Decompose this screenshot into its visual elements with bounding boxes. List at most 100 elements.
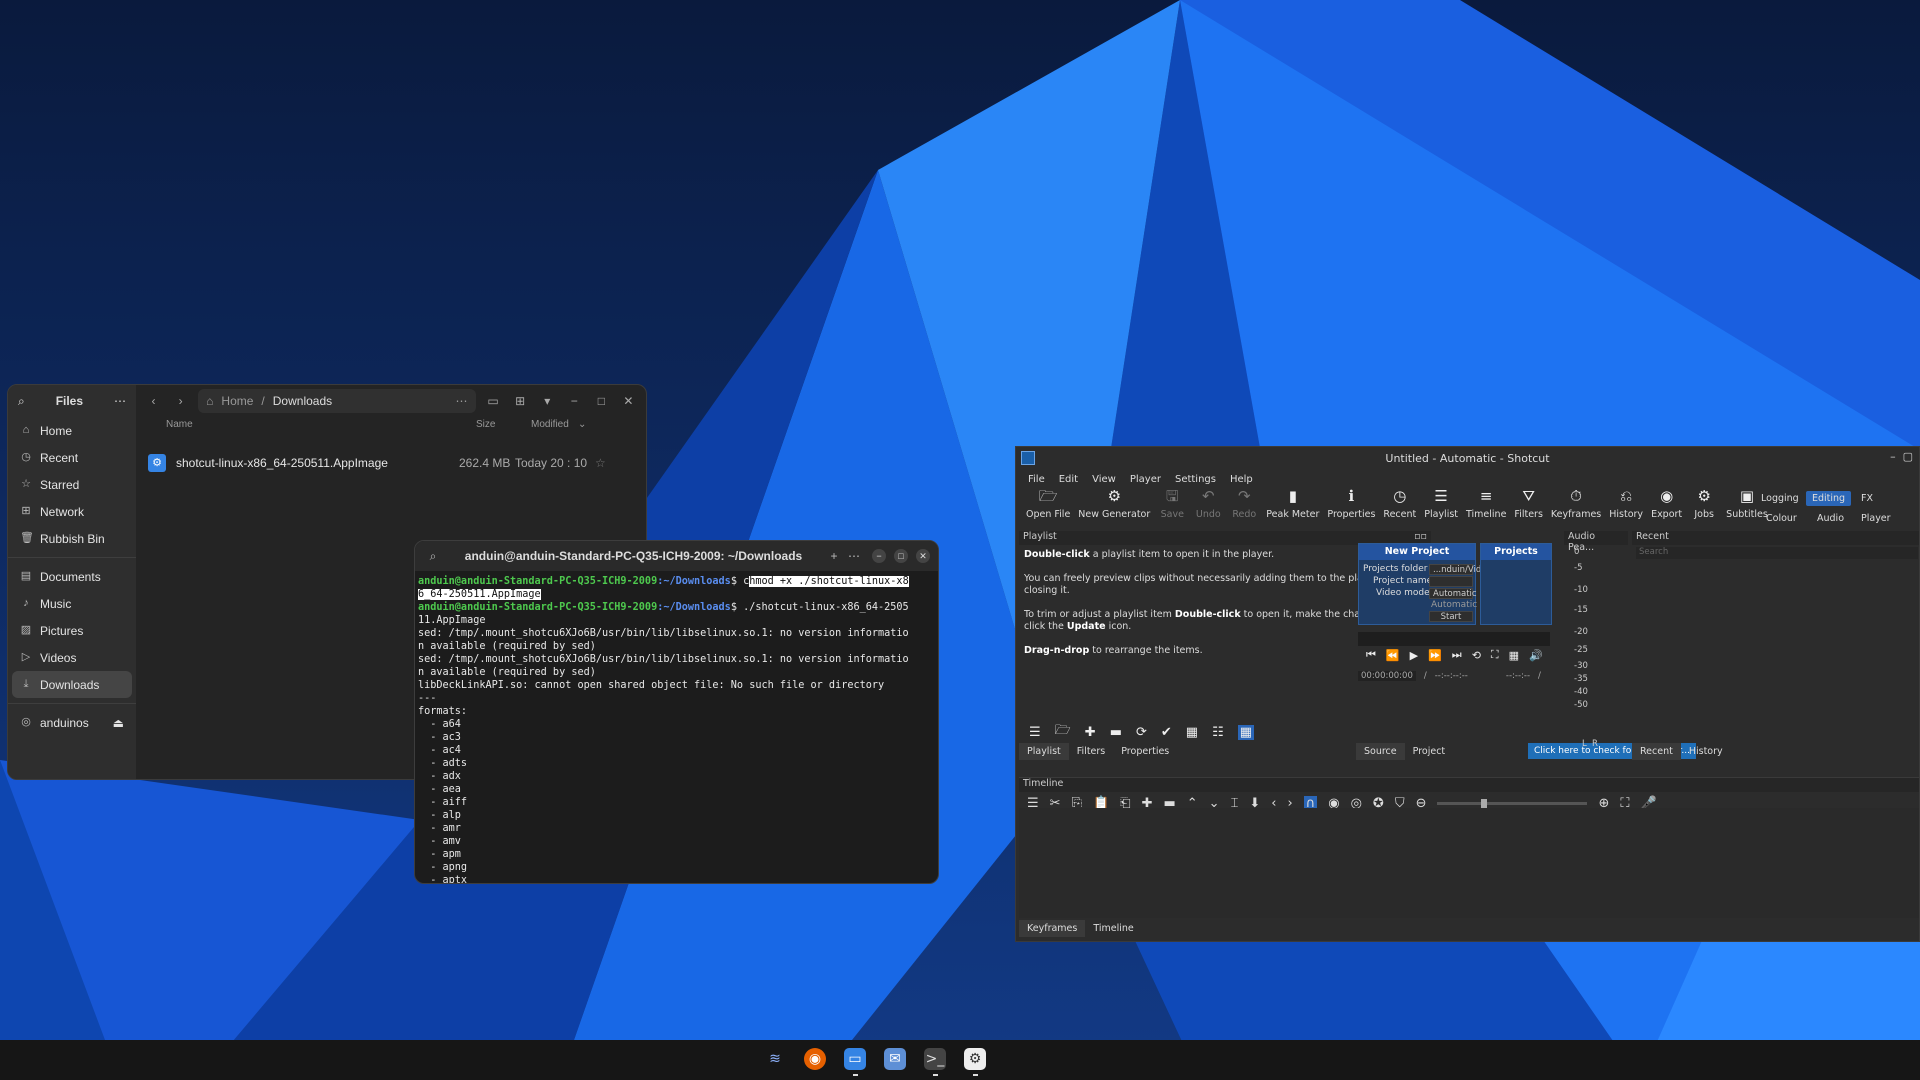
tab-timeline[interactable]: Timeline: [1085, 920, 1141, 937]
sidebar-item-videos[interactable]: ▷ Videos: [12, 644, 132, 671]
menu-help[interactable]: Help: [1230, 474, 1253, 485]
tool-recent[interactable]: ◷ Recent: [1383, 489, 1416, 521]
path-menu-icon[interactable]: ⋯: [456, 395, 468, 407]
breadcrumb-home[interactable]: Home: [221, 394, 253, 408]
playlist-menu-icon[interactable]: ☰: [1029, 725, 1041, 740]
breadcrumb-current[interactable]: Downloads: [273, 394, 332, 408]
tool-filters[interactable]: ⛛ Filters: [1514, 489, 1542, 521]
terminal-app-icon[interactable]: >_: [924, 1048, 946, 1076]
zoom-slider[interactable]: [1437, 798, 1588, 808]
projects-folder-field[interactable]: ...nduin/Videos: [1429, 564, 1496, 575]
list-view-icon[interactable]: ☷: [1212, 725, 1224, 740]
files-app-icon[interactable]: ▭: [844, 1048, 866, 1076]
open-folder-icon[interactable]: 🗁: [1055, 721, 1071, 743]
layout-player[interactable]: Player: [1861, 513, 1891, 524]
layout-audio[interactable]: Audio: [1817, 513, 1844, 524]
new-tab-icon[interactable]: +: [824, 550, 844, 562]
col-modified[interactable]: Modified: [531, 419, 569, 430]
volume-icon[interactable]: 🔊: [1529, 649, 1543, 662]
tab-project[interactable]: Project: [1405, 743, 1454, 760]
tool-history[interactable]: ⎌ History: [1609, 489, 1643, 521]
menu-edit[interactable]: Edit: [1059, 474, 1078, 485]
tab-recent[interactable]: Recent: [1632, 743, 1681, 760]
start-button[interactable]: Start: [1429, 611, 1473, 622]
menu-file[interactable]: File: [1028, 474, 1045, 485]
close-icon[interactable]: ✕: [619, 394, 638, 408]
sidebar-item-rubbish-bin[interactable]: 🗑 Rubbish Bin: [12, 525, 132, 552]
remove-icon[interactable]: ▬: [1110, 725, 1122, 740]
sidebar-item-music[interactable]: ♪ Music: [12, 590, 132, 617]
tool-keyframes[interactable]: ⏱ Keyframes: [1551, 489, 1601, 521]
tool-undo[interactable]: ↶ Undo: [1194, 489, 1222, 521]
new-tab-icon[interactable]: ▭: [484, 394, 503, 408]
sidebar-item-recent[interactable]: ◷ Recent: [12, 444, 132, 471]
forward-icon[interactable]: ›: [171, 394, 190, 408]
tab-filters[interactable]: Filters: [1069, 743, 1113, 760]
sidebar-item-downloads[interactable]: ⤓ Downloads: [12, 671, 132, 698]
grid-icon[interactable]: ▦: [1509, 649, 1519, 662]
sidebar-item-anduinos[interactable]: ◎ anduinos ⏏: [12, 709, 132, 736]
menu-dots-icon[interactable]: ⋯: [114, 395, 126, 407]
menu-dots-icon[interactable]: ⋯: [844, 550, 864, 562]
zoom-icon[interactable]: ⛶: [1491, 648, 1499, 662]
tool-save[interactable]: 🖫 Save: [1158, 489, 1186, 521]
minimize-icon[interactable]: −: [872, 549, 886, 563]
tool-export[interactable]: ◉ Export: [1651, 489, 1682, 521]
rewind-icon[interactable]: ⏪: [1386, 649, 1400, 662]
text-editor-icon[interactable]: ✉: [884, 1048, 906, 1070]
close-icon[interactable]: ✕: [916, 549, 930, 563]
tool-timeline[interactable]: ≡ Timeline: [1466, 489, 1506, 521]
tab-history[interactable]: History: [1681, 743, 1731, 760]
tool-new-generator[interactable]: ⚙ New Generator: [1078, 489, 1150, 521]
menu-player[interactable]: Player: [1130, 474, 1161, 485]
shotcut-app-icon[interactable]: ⚙: [964, 1048, 986, 1076]
menu-settings[interactable]: Settings: [1175, 474, 1216, 485]
maximize-icon[interactable]: □: [894, 549, 908, 563]
sidebar-item-network[interactable]: ⊞ Network: [12, 498, 132, 525]
project-name-field[interactable]: [1429, 576, 1473, 587]
skip-start-icon[interactable]: ⏮: [1366, 648, 1376, 662]
recent-search[interactable]: Search: [1636, 547, 1918, 559]
tool-jobs[interactable]: ⚙ Jobs: [1690, 489, 1718, 521]
window-controls[interactable]: – ▢: [1890, 450, 1913, 463]
minimize-icon[interactable]: −: [565, 394, 584, 408]
sidebar-item-pictures[interactable]: ▨ Pictures: [12, 617, 132, 644]
layout-editing[interactable]: Editing: [1806, 491, 1852, 506]
grid-view-icon[interactable]: ⊞: [511, 394, 530, 408]
file-row[interactable]: ⚙ shotcut-linux-x86_64-250511.AppImage 2…: [144, 449, 638, 477]
star-icon[interactable]: ☆: [595, 456, 606, 470]
check-icon[interactable]: ✔: [1161, 725, 1172, 740]
tab-properties[interactable]: Properties: [1113, 743, 1177, 760]
play-icon[interactable]: ▶: [1410, 649, 1418, 662]
terminal-output[interactable]: anduin@anduin-Standard-PC-Q35-ICH9-2009:…: [415, 571, 938, 883]
layout-colour[interactable]: Colour: [1766, 513, 1797, 524]
grid-view-icon[interactable]: ▦: [1237, 724, 1255, 740]
tab-source[interactable]: Source: [1356, 743, 1405, 760]
maximize-icon[interactable]: □: [592, 394, 611, 408]
layout-logging[interactable]: Logging: [1761, 493, 1799, 504]
layout-fx[interactable]: FX: [1861, 493, 1873, 504]
app-launcher-icon[interactable]: ≋: [764, 1048, 786, 1070]
tool-playlist[interactable]: ☰ Playlist: [1424, 489, 1458, 521]
tool-properties[interactable]: ℹ Properties: [1327, 489, 1375, 521]
tab-keyframes[interactable]: Keyframes: [1019, 920, 1086, 937]
tool-open-file[interactable]: 🗁 Open File: [1026, 489, 1070, 521]
col-size[interactable]: Size: [476, 419, 495, 430]
skip-end-icon[interactable]: ⏭: [1452, 648, 1462, 662]
view-options-icon[interactable]: ▾: [538, 394, 557, 408]
fast-forward-icon[interactable]: ⏩: [1428, 649, 1442, 662]
menu-view[interactable]: View: [1092, 474, 1116, 485]
sidebar-item-home[interactable]: ⌂ Home: [12, 417, 132, 444]
zoom-slider-handle[interactable]: [1481, 798, 1488, 808]
timecode-position[interactable]: 00:00:00:00: [1358, 671, 1416, 681]
update-icon[interactable]: ⟳: [1136, 725, 1147, 740]
col-name[interactable]: Name: [166, 419, 193, 430]
eject-icon[interactable]: ⏏: [113, 716, 124, 730]
sidebar-item-starred[interactable]: ☆ Starred: [12, 471, 132, 498]
video-mode-select[interactable]: Automatic: [1429, 588, 1477, 599]
timeline-tracks[interactable]: [1019, 808, 1919, 918]
search-icon[interactable]: ⌕: [18, 395, 25, 407]
scrubber[interactable]: [1358, 632, 1550, 646]
loop-icon[interactable]: ⟲: [1472, 649, 1481, 662]
tool-peak-meter[interactable]: ▮ Peak Meter: [1266, 489, 1319, 521]
